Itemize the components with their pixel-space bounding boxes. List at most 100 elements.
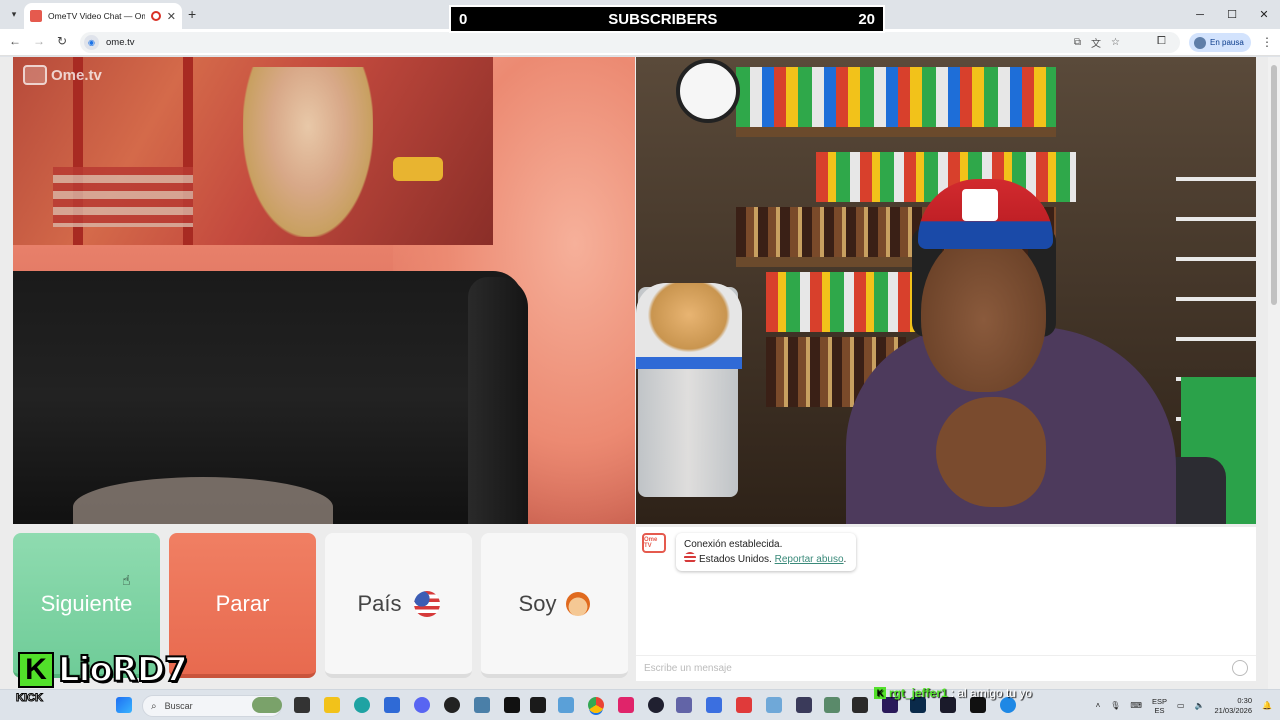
back-arrow-icon[interactable]: ←	[9, 34, 21, 48]
report-suffix: .	[843, 554, 847, 565]
volume-icon[interactable]: 🔈	[1195, 701, 1205, 710]
store-icon[interactable]	[384, 697, 400, 713]
painting-taxi	[393, 157, 443, 181]
boy-face-icon	[566, 591, 591, 616]
ometv-tv-icon	[23, 65, 47, 85]
widgets-icon[interactable]	[252, 697, 282, 713]
avatar	[1194, 36, 1206, 49]
gender-button-label: Soy	[518, 590, 557, 616]
recording-indicator-icon	[150, 11, 161, 21]
maximize-button[interactable]: ☐	[1216, 0, 1248, 29]
wall-painting	[13, 57, 493, 245]
app-icon[interactable]	[824, 697, 840, 713]
local-video: Ome.tv	[13, 57, 635, 524]
chat-text: : al amigo tu yo	[950, 686, 1033, 700]
remote-video	[636, 57, 1256, 524]
app-icon[interactable]	[736, 697, 752, 713]
cast-icon[interactable]: ⧉	[1074, 37, 1081, 48]
obs-icon[interactable]	[444, 697, 460, 713]
browser-menu-icon[interactable]: ⋮	[1261, 35, 1273, 49]
notification-bell-icon[interactable]: 🔔	[1262, 701, 1272, 710]
tiktok-icon[interactable]	[618, 697, 634, 713]
hand-cursor-icon: ☝	[122, 572, 131, 588]
app-icon[interactable]	[648, 697, 664, 713]
close-tab-icon[interactable]: ✕	[167, 10, 176, 23]
address-bar[interactable]: ◉ ome.tv ⧉ 文 ☆	[80, 32, 1180, 53]
edge-icon[interactable]	[354, 697, 370, 713]
omnibox-actions: ⧉ 文 ☆	[1074, 32, 1120, 53]
language-indicator[interactable]: ESP ES	[1152, 697, 1167, 715]
shelf-goods-mid	[766, 272, 936, 332]
address-toolbar: ← → ↻ ◉ ome.tv ⧉ 文 ☆ ⧠ En pausa ⋮	[0, 29, 1280, 56]
epic-games-icon[interactable]	[504, 697, 520, 713]
network-icon[interactable]: ▭	[1177, 701, 1185, 710]
partner-country-line: Estados Unidos. Reportar abuso.	[684, 552, 848, 567]
profile-button[interactable]: En pausa	[1189, 33, 1251, 52]
country-filter-button[interactable]: País	[325, 533, 472, 678]
app-icon[interactable]	[766, 697, 782, 713]
app-icon[interactable]	[558, 697, 574, 713]
stop-button[interactable]: Parar	[169, 533, 316, 678]
system-tray: ˄ 🎙 ⌨ ESP ES ▭ 🔈 0:30 21/03/2026 🔔	[1096, 690, 1272, 720]
cap-logo	[962, 189, 998, 221]
page-scrollbar[interactable]	[1268, 57, 1280, 689]
us-flag-icon	[684, 552, 696, 564]
app-icon[interactable]	[474, 697, 490, 713]
taskbar-clock[interactable]: 0:30 21/03/2026	[1214, 696, 1252, 716]
minimize-button[interactable]: ─	[1184, 0, 1216, 29]
taskbar-search-placeholder: Buscar	[164, 701, 193, 711]
discord-icon[interactable]	[414, 697, 430, 713]
show-hidden-icons-icon[interactable]: ˄	[1096, 701, 1101, 710]
painting-figure	[243, 67, 373, 237]
stop-button-label: Parar	[215, 590, 270, 616]
ometv-favicon-icon	[30, 10, 42, 22]
language-code: ESP	[1151, 696, 1167, 706]
file-explorer-icon[interactable]	[324, 697, 340, 713]
extensions-puzzle-icon[interactable]: ⧠	[1157, 35, 1166, 48]
forward-arrow-icon[interactable]: →	[33, 34, 45, 48]
keyboard-icon[interactable]: ⌨	[1130, 701, 1142, 710]
wall-clock	[676, 59, 740, 123]
report-abuse-link[interactable]: Reportar abuso	[775, 554, 844, 565]
streamer-badge: K LioRD7	[18, 650, 189, 690]
bookmark-star-icon[interactable]: ☆	[1111, 37, 1120, 48]
app-icon[interactable]	[852, 697, 868, 713]
clock-time: 0:30	[1237, 695, 1253, 705]
microphone-icon[interactable]: 🎙	[1110, 701, 1120, 710]
emoji-icon[interactable]	[1232, 660, 1248, 676]
site-info-icon[interactable]: ◉	[84, 35, 99, 50]
close-window-button[interactable]: ✕	[1248, 0, 1280, 29]
shelf	[736, 127, 1056, 137]
teams-icon[interactable]	[676, 697, 692, 713]
app-icon[interactable]	[706, 697, 722, 713]
kick-logo-icon: K	[18, 652, 54, 688]
keyboard-layout: ES	[1154, 705, 1165, 715]
gender-button[interactable]: Soy	[481, 533, 628, 678]
tab-search-dropdown-icon[interactable]: ▾	[6, 6, 22, 22]
bread-jar-lid	[636, 283, 742, 363]
clock-date: 21/03/2026	[1214, 705, 1253, 715]
connection-status: Conexión establecida.	[684, 539, 783, 550]
streamer-name: LioRD7	[57, 650, 189, 690]
scrollbar-thumb[interactable]	[1271, 65, 1277, 305]
platform-label: KICK	[16, 692, 44, 705]
translate-icon[interactable]: 文	[1091, 35, 1101, 50]
profile-status: En pausa	[1210, 38, 1244, 47]
reload-icon[interactable]: ↻	[57, 34, 67, 48]
screen: ▾ OmeTV Video Chat — Ome ✕ + ─ ☐ ✕ 0 SUB…	[0, 0, 1280, 720]
message-input[interactable]: Escribe un mensaje	[636, 655, 1256, 681]
terminal-icon[interactable]	[530, 697, 546, 713]
windows-start-icon[interactable]	[116, 697, 132, 713]
person-hand	[936, 397, 1046, 507]
person-head	[921, 232, 1046, 392]
task-view-icon[interactable]	[294, 697, 310, 713]
browser-tab-ometv[interactable]: OmeTV Video Chat — Ome ✕	[24, 3, 182, 29]
chat-panel: Ome TV Conexión establecida. Estados Uni…	[636, 527, 1256, 681]
us-flag-icon	[413, 590, 440, 617]
next-button-label: Siguiente	[40, 590, 133, 616]
app-icon[interactable]	[796, 697, 812, 713]
subscriber-goal: 20	[858, 10, 875, 28]
new-tab-button[interactable]: +	[188, 6, 196, 22]
chrome-icon[interactable]	[588, 697, 604, 713]
url-text: ome.tv	[106, 37, 135, 48]
